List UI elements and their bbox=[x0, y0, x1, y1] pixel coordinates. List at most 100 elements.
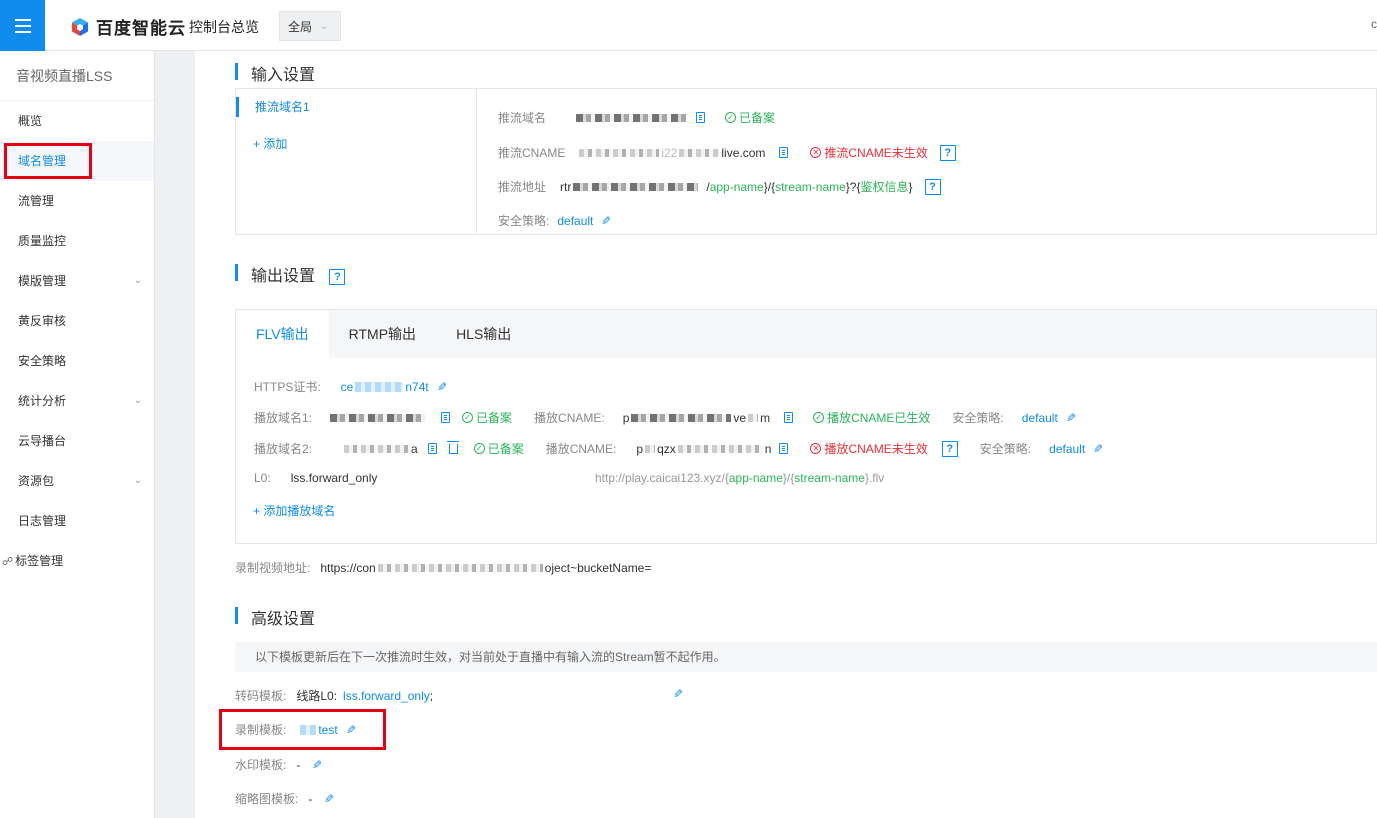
record-url-label: 录制视频地址: bbox=[235, 561, 311, 575]
help-icon[interactable]: ? bbox=[924, 178, 941, 195]
trash-icon[interactable] bbox=[446, 440, 459, 454]
https-cert-prefix[interactable]: ce bbox=[341, 380, 354, 394]
thumbnail-template-value: - bbox=[308, 791, 313, 806]
https-cert-suffix[interactable]: n74t bbox=[405, 380, 428, 394]
masked-play-domain-1 bbox=[330, 413, 426, 422]
push-domain-row: 推流域名 ✓ 已备案 bbox=[498, 109, 775, 126]
copy-icon[interactable] bbox=[779, 147, 789, 158]
sidebar-item-label: 标签管理 bbox=[15, 554, 64, 568]
push-domain-tab[interactable]: 推流域名1 bbox=[236, 97, 310, 117]
masked-play-cname-1b bbox=[748, 413, 759, 422]
push-cname-status: ✕ 推流CNAME未生效 bbox=[810, 144, 928, 161]
edit-icon[interactable]: ✎ bbox=[1093, 442, 1103, 456]
sidebar-item-quality[interactable]: 质量监控 bbox=[0, 221, 154, 261]
masked-push-address bbox=[573, 182, 699, 191]
play-domain-2-label: 播放域名2: bbox=[254, 442, 313, 456]
sidebar-item-security[interactable]: 安全策略 bbox=[0, 341, 154, 381]
play-cname-2-prefix: p bbox=[636, 441, 644, 456]
region-select[interactable]: 全局 ⌄ bbox=[279, 11, 341, 41]
advanced-section-title: 高级设置 bbox=[235, 605, 315, 629]
sidebar-item-package[interactable]: 资源包 ⌄ bbox=[0, 461, 154, 501]
sidebar-item-review[interactable]: 黄反审核 bbox=[0, 301, 154, 341]
play-domain-2-tail: a bbox=[411, 441, 418, 456]
output-section-title: 输出设置 ? bbox=[235, 262, 346, 286]
l0-url-sep: }/{ bbox=[782, 471, 795, 485]
push-domain-label: 推流域名 bbox=[498, 111, 547, 125]
copy-icon[interactable] bbox=[696, 112, 706, 123]
l0-url-stream: stream-name bbox=[794, 471, 865, 485]
play-cname-1-mid: ve bbox=[733, 410, 747, 425]
edit-icon[interactable]: ✎ bbox=[673, 687, 683, 701]
play-domain-2-status: ✓ 已备案 bbox=[473, 440, 524, 457]
push-address-sep2: }?{ bbox=[845, 179, 861, 194]
copy-icon[interactable] bbox=[441, 412, 451, 423]
transcode-line-label: 线路L0: bbox=[296, 689, 338, 703]
sidebar-item-label: 模版管理 bbox=[18, 274, 67, 288]
highlight-box-record bbox=[219, 709, 386, 750]
sidebar-item-stats[interactable]: 统计分析 ⌄ bbox=[0, 381, 154, 421]
sidebar-item-stream[interactable]: 流管理 bbox=[0, 181, 154, 221]
edit-icon[interactable]: ✎ bbox=[1066, 411, 1076, 425]
main-content: 输入设置 推流域名1 + 添加 推流域名 ✓ 已备案 推流CNAME i22 li… bbox=[195, 51, 1377, 818]
sidebar-item-tags[interactable]: ☍ 标签管理 bbox=[0, 541, 154, 581]
masked-cname-1 bbox=[579, 148, 660, 157]
push-domain-tab-label: 推流域名1 bbox=[255, 100, 310, 114]
transcode-template-value[interactable]: lss.forward_only bbox=[343, 689, 430, 703]
play-policy-1-value[interactable]: default bbox=[1022, 411, 1058, 425]
menu-icon[interactable] bbox=[0, 0, 45, 51]
play-policy-2-label: 安全策略: bbox=[979, 442, 1032, 456]
add-push-domain-link[interactable]: + 添加 bbox=[253, 135, 287, 152]
content-gutter bbox=[155, 51, 195, 818]
play-policy-2-value[interactable]: default bbox=[1049, 442, 1085, 456]
transcode-sep: ; bbox=[429, 688, 434, 703]
edit-icon[interactable]: ✎ bbox=[312, 758, 322, 772]
sidebar-item-template[interactable]: 模版管理 ⌄ bbox=[0, 261, 154, 301]
play-domain-1-label: 播放域名1: bbox=[254, 411, 313, 425]
check-circle-icon: ✓ bbox=[473, 443, 485, 454]
close-circle-icon: ✕ bbox=[810, 443, 822, 454]
add-play-domain-link[interactable]: + 添加播放域名 bbox=[253, 502, 335, 519]
tab-rtmp[interactable]: RTMP输出 bbox=[329, 310, 436, 358]
sidebar-item-director[interactable]: 云导播台 bbox=[0, 421, 154, 461]
watermark-template-row: 水印模板: - ✎ bbox=[235, 756, 322, 773]
tab-hls[interactable]: HLS输出 bbox=[436, 310, 531, 358]
edit-icon[interactable]: ✎ bbox=[601, 214, 611, 228]
play-cname-2-mid: qzx bbox=[657, 441, 676, 456]
brand-logo[interactable]: 百度智能云 bbox=[70, 14, 186, 39]
help-icon[interactable]: ? bbox=[329, 268, 346, 285]
push-policy-value[interactable]: default bbox=[557, 214, 593, 228]
masked-play-domain-2 bbox=[344, 444, 410, 453]
https-cert-label: HTTPS证书: bbox=[254, 380, 321, 394]
chevron-down-icon: ⌄ bbox=[133, 275, 142, 286]
sidebar-item-label: 统计分析 bbox=[18, 394, 67, 408]
copy-icon[interactable] bbox=[427, 443, 437, 454]
chevron-down-icon: ⌄ bbox=[320, 20, 329, 32]
masked-play-cname-2b bbox=[677, 444, 763, 453]
output-tabs: FLV输出 RTMP输出 HLS输出 bbox=[236, 310, 1376, 358]
top-right-glyph[interactable]: c bbox=[1371, 17, 1377, 31]
sidebar-item-label: 黄反审核 bbox=[18, 314, 67, 328]
sidebar-item-logs[interactable]: 日志管理 bbox=[0, 501, 154, 541]
copy-icon[interactable] bbox=[779, 443, 789, 454]
help-icon[interactable]: ? bbox=[939, 144, 956, 161]
region-value: 全局 bbox=[288, 19, 313, 34]
edit-icon[interactable]: ✎ bbox=[437, 380, 447, 394]
help-icon[interactable]: ? bbox=[941, 440, 958, 457]
output-section-title-text: 输出设置 bbox=[251, 268, 316, 285]
top-bar: 百度智能云 控制台总览 全局 ⌄ c bbox=[0, 0, 1377, 51]
advanced-section-title-text: 高级设置 bbox=[251, 611, 316, 628]
tag-icon: ☍ bbox=[2, 556, 14, 568]
sidebar-item-label: 安全策略 bbox=[18, 354, 67, 368]
copy-icon[interactable] bbox=[784, 412, 794, 423]
sidebar-item-overview[interactable]: 概览 bbox=[0, 101, 154, 141]
push-address-app: app-name bbox=[709, 179, 764, 194]
l0-row: L0: lss.forward_only bbox=[254, 471, 377, 485]
edit-icon[interactable]: ✎ bbox=[324, 792, 334, 806]
play-cname-1-status: ✓ 播放CNAME已生效 bbox=[813, 409, 930, 426]
push-address-stream: stream-name bbox=[775, 179, 846, 194]
console-title[interactable]: 控制台总览 bbox=[189, 17, 259, 37]
sidebar-item-label: 日志管理 bbox=[18, 514, 67, 528]
play-domain-2-status-text: 已备案 bbox=[487, 442, 524, 456]
play-policy-1-label: 安全策略: bbox=[952, 411, 1004, 425]
tab-flv[interactable]: FLV输出 bbox=[236, 310, 329, 358]
